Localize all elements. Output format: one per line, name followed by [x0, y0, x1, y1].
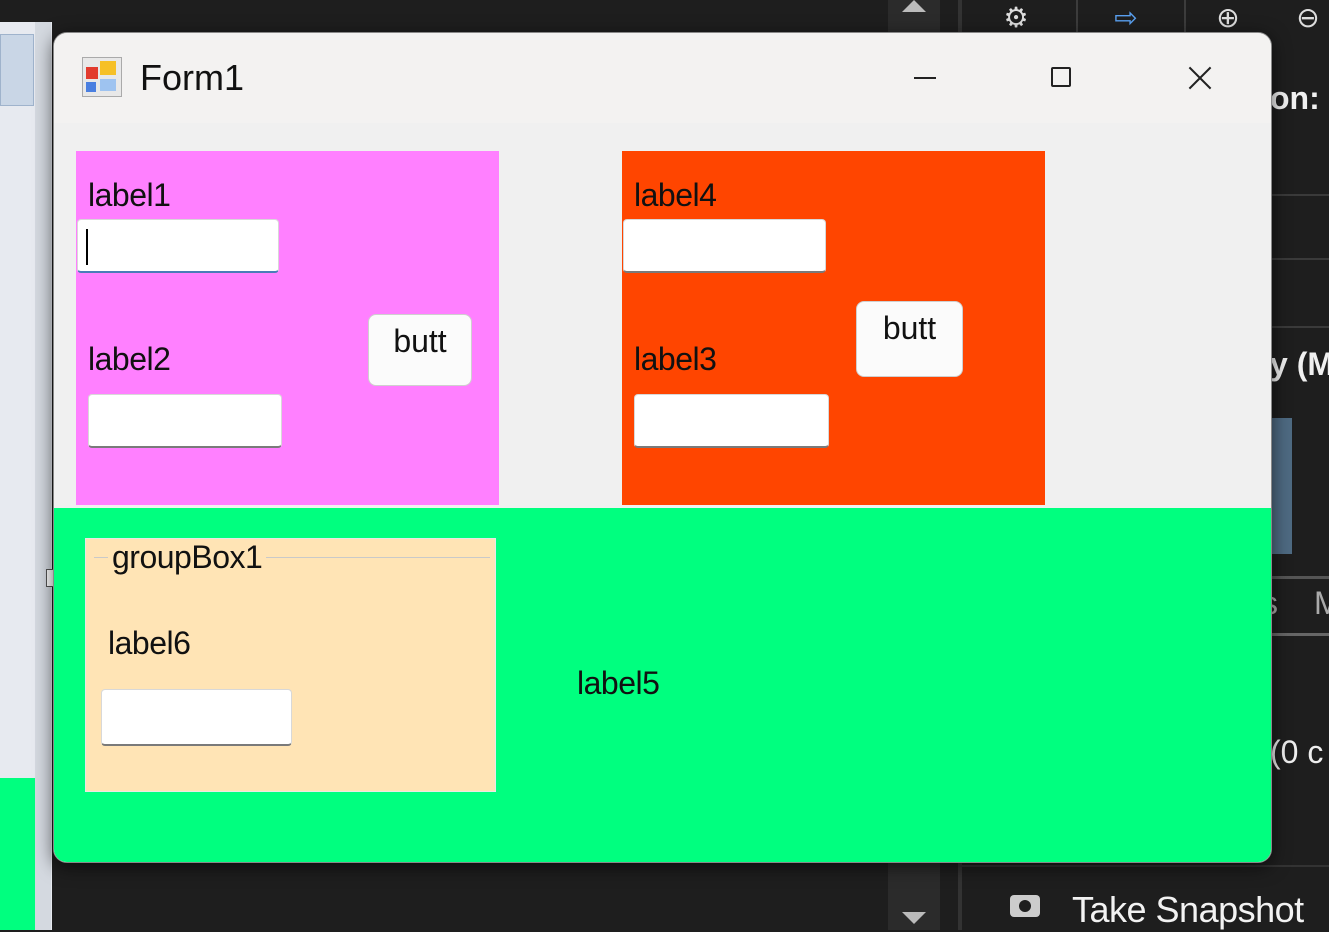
panel-text: (0 c [1270, 734, 1324, 770]
designer-left-edge [35, 22, 51, 930]
maximize-button[interactable] [1026, 49, 1096, 105]
butt-button-2[interactable]: butt [856, 301, 963, 377]
panel-magenta: label1 label2 butt [76, 151, 499, 505]
groupbox-border [266, 557, 490, 558]
diagnostics-panel: on: y (M s M (0 c [1262, 40, 1329, 890]
close-button[interactable] [1164, 49, 1234, 105]
scroll-up-arrow-icon[interactable] [902, 0, 926, 12]
camera-icon [1010, 895, 1040, 917]
label2: label2 [88, 341, 171, 377]
textbox3[interactable] [634, 394, 829, 448]
textbox6[interactable] [101, 689, 292, 746]
groupbox-title: groupBox1 [110, 539, 265, 576]
panel-orange: label4 label3 butt [622, 151, 1045, 505]
label1: label1 [88, 177, 171, 213]
butt-button-1[interactable]: butt [368, 314, 472, 386]
panel-green: groupBox1 label6 label5 [54, 508, 1271, 862]
window-title: Form1 [140, 57, 245, 98]
panel-tabs[interactable]: s M [1262, 576, 1329, 636]
panel-row [1270, 196, 1329, 260]
designer-left-strip [0, 34, 34, 106]
toolbar-separator [1076, 0, 1078, 36]
scroll-down-arrow-icon[interactable] [902, 912, 926, 924]
label5: label5 [577, 665, 660, 701]
tab-label[interactable]: M [1314, 585, 1329, 622]
gear-icon[interactable]: ⚙ [996, 0, 1036, 36]
panel-text: y (M [1270, 346, 1329, 382]
zoom-in-icon[interactable]: ⊕ [1208, 0, 1248, 36]
navigate-arrow-icon[interactable]: ⇨ [1106, 0, 1146, 36]
title-bar[interactable]: Form1 [54, 33, 1271, 123]
minimize-button[interactable] [890, 49, 960, 105]
panel-row [1270, 130, 1329, 196]
textbox2[interactable] [88, 394, 282, 448]
usage-bar [1270, 418, 1292, 554]
text-caret [86, 229, 88, 265]
panel-row [1270, 260, 1329, 328]
groupbox1: groupBox1 label6 [85, 538, 496, 792]
label6: label6 [108, 625, 191, 661]
take-snapshot-button[interactable]: Take Snapshot [962, 865, 1329, 932]
groupbox-border [94, 557, 108, 558]
zoom-out-icon[interactable]: ⊖ [1288, 0, 1328, 36]
form-app-icon [82, 57, 122, 97]
form-client-area: label1 label2 butt label4 label3 butt gr… [54, 123, 1271, 862]
form1-window: Form1 label1 label2 butt label4 label3 b… [53, 32, 1272, 863]
take-snapshot-label: Take Snapshot [1072, 889, 1304, 930]
label3: label3 [634, 341, 717, 377]
label4: label4 [634, 177, 717, 213]
designer-green-preview [0, 778, 35, 930]
textbox1[interactable] [77, 219, 279, 273]
panel-text: on: [1270, 80, 1320, 116]
textbox4[interactable] [623, 219, 826, 273]
toolbar-separator [1184, 0, 1186, 36]
